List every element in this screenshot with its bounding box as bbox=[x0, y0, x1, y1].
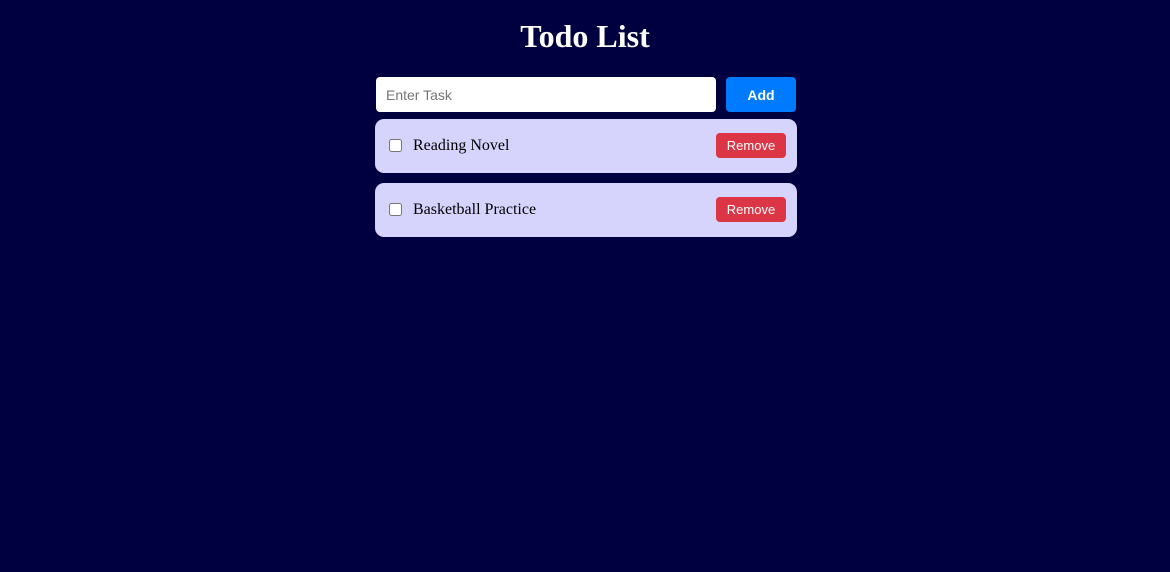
task-label: Reading Novel bbox=[413, 137, 510, 154]
task-checkbox[interactable] bbox=[389, 203, 402, 216]
remove-button[interactable]: Remove bbox=[716, 197, 786, 222]
task-checkbox[interactable] bbox=[389, 139, 402, 152]
add-button[interactable]: Add bbox=[726, 77, 796, 112]
remove-button[interactable]: Remove bbox=[716, 133, 786, 158]
task-item: Basketball Practice Remove bbox=[375, 183, 797, 237]
task-input[interactable] bbox=[376, 77, 716, 112]
page-title: Todo List bbox=[520, 18, 650, 54]
task-label: Basketball Practice bbox=[413, 201, 537, 218]
task-item: Reading Novel Remove bbox=[375, 119, 797, 173]
